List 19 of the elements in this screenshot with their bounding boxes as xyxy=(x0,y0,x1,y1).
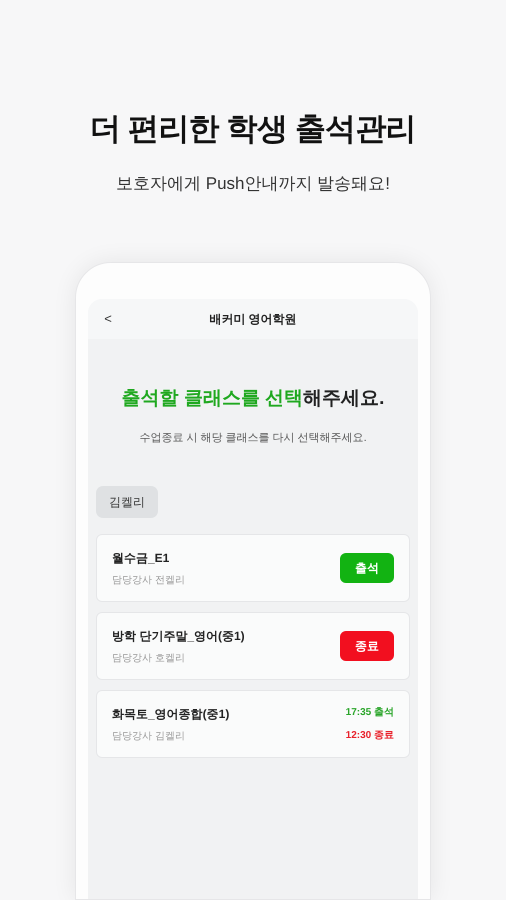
class-card[interactable]: 월수금_E1 담당강사 전켈리 출석 xyxy=(96,534,410,602)
class-name: 월수금_E1 xyxy=(112,550,170,566)
student-chip[interactable]: 김켈리 xyxy=(96,486,158,518)
prompt-text: 출석할 클래스를 선택해주세요. xyxy=(120,387,386,411)
app-title: 배커미 영어학원 xyxy=(208,311,298,328)
class-name: 화목토_영어종합(중1) xyxy=(112,706,230,722)
time-record: 12:30 종료 xyxy=(346,729,394,743)
class-name: 방학 단기주말_영어(중1) xyxy=(112,628,245,644)
hint-text: 수업종료 시 해당 클래스를 다시 선택해주세요. xyxy=(138,430,368,446)
time-record: 17:35 출석 xyxy=(346,706,394,720)
headline: 더 편리한 학생 출석관리 xyxy=(90,110,416,148)
attendance-button[interactable]: 종료 xyxy=(340,631,394,661)
class-card[interactable]: 방학 단기주말_영어(중1) 담당강사 호켈리 종료 xyxy=(96,612,410,680)
teacher-name: 담당강사 호켈리 xyxy=(112,652,186,666)
class-card[interactable]: 화목토_영어종합(중1) 담당강사 김켈리 17:35 출석 12:30 종료 xyxy=(96,690,410,758)
back-button[interactable]: < xyxy=(100,309,116,329)
teacher-name: 담당강사 전켈리 xyxy=(112,574,185,588)
teacher-name: 담당강사 김켈리 xyxy=(112,730,186,744)
subheadline: 보호자에게 Push안내까지 발송돼요! xyxy=(116,172,390,194)
